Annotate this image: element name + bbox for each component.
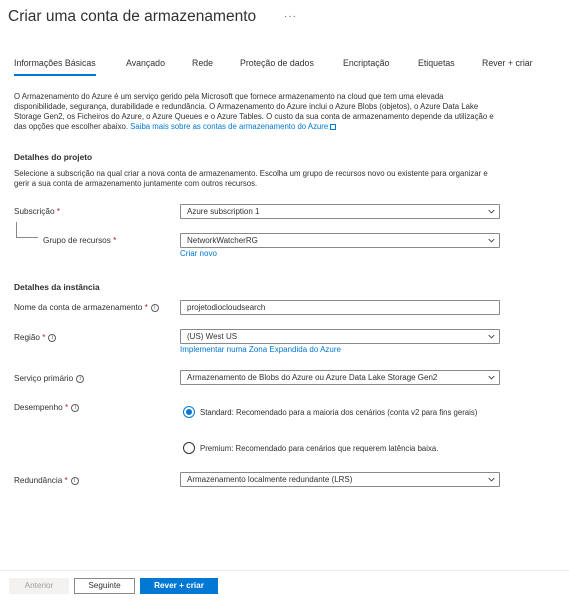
subscription-value: Azure subscription 1 (187, 207, 260, 216)
primary-service-label: Serviço primário i (14, 374, 85, 383)
tree-connector (16, 222, 38, 238)
tab-networking[interactable]: Rede (192, 58, 213, 68)
next-button[interactable]: Seguinte (74, 578, 135, 594)
instance-details-heading: Detalhes da instância (14, 282, 100, 292)
account-name-label-text: Nome da conta de armazenamento (14, 303, 143, 312)
account-name-input[interactable]: projetodiocloudsearch (180, 300, 500, 315)
tab-tags[interactable]: Etiquetas (418, 58, 455, 68)
review-create-button[interactable]: Rever + criar (140, 578, 218, 594)
region-label: Região * i (14, 333, 57, 342)
account-name-label: Nome da conta de armazenamento * i (14, 303, 159, 312)
subscription-label-text: Subscrição (14, 207, 55, 216)
redundancy-value: Armazenamento localmente redundante (LRS… (187, 475, 353, 484)
create-new-rg-link[interactable]: Criar novo (180, 249, 217, 258)
account-name-value: projetodiocloudsearch (187, 303, 266, 312)
chevron-down-icon (488, 209, 495, 214)
info-icon[interactable]: i (76, 374, 85, 383)
project-details-desc: Selecione a subscrição na qual criar a n… (14, 169, 488, 188)
redundancy-label-text: Redundância (14, 476, 63, 485)
primary-service-label-text: Serviço primário (14, 374, 74, 383)
previous-button[interactable]: Anterior (9, 578, 69, 594)
page-title: Criar uma conta de armazenamento (8, 8, 257, 25)
info-icon[interactable]: i (71, 403, 80, 412)
primary-service-value: Armazenamento de Blobs do Azure ou Azure… (187, 373, 438, 382)
chevron-down-icon (488, 238, 495, 243)
subscription-label: Subscrição * (14, 207, 60, 216)
resource-group-label: Grupo de recursos * (43, 236, 116, 245)
tab-review-create[interactable]: Rever + criar (482, 58, 533, 68)
required-mark: * (64, 476, 68, 485)
tab-basics[interactable]: Informações Básicas (14, 58, 96, 76)
chevron-down-icon (488, 477, 495, 482)
tab-encryption[interactable]: Encriptação (343, 58, 389, 68)
performance-label-text: Desempenho (14, 403, 63, 412)
chevron-down-icon (488, 334, 495, 339)
resource-group-label-text: Grupo de recursos (43, 236, 111, 245)
tab-advanced[interactable]: Avançado (126, 58, 165, 68)
learn-more-link[interactable]: Saiba mais sobre as contas de armazename… (130, 122, 328, 131)
radio-selected-icon[interactable] (183, 406, 195, 418)
resource-group-select[interactable]: NetworkWatcherRG (180, 233, 500, 248)
redundancy-label: Redundância * i (14, 476, 79, 485)
required-mark: * (56, 207, 60, 216)
performance-standard-text: Standard: Recomendado para a maioria dos… (200, 408, 478, 417)
footer-divider (0, 570, 569, 571)
required-mark: * (144, 303, 148, 312)
radio-unselected-icon[interactable] (183, 442, 195, 454)
primary-service-select[interactable]: Armazenamento de Blobs do Azure ou Azure… (180, 370, 500, 385)
region-select[interactable]: (US) West US (180, 329, 500, 344)
performance-label: Desempenho * i (14, 403, 80, 412)
info-icon[interactable]: i (70, 476, 79, 485)
region-value: (US) West US (187, 332, 238, 341)
tab-data-protection[interactable]: Proteção de dados (240, 58, 314, 68)
chevron-down-icon (488, 375, 495, 380)
subscription-select[interactable]: Azure subscription 1 (180, 204, 500, 219)
project-details-heading: Detalhes do projeto (14, 152, 93, 162)
intro-description: O Armazenamento do Azure é um serviço ge… (14, 92, 494, 132)
resource-group-value: NetworkWatcherRG (187, 236, 258, 245)
required-mark: * (113, 236, 117, 245)
redundancy-select[interactable]: Armazenamento localmente redundante (LRS… (180, 472, 500, 487)
external-link-icon (330, 124, 337, 130)
more-options-icon[interactable]: ··· (284, 11, 297, 22)
region-label-text: Região (14, 333, 40, 342)
info-icon[interactable]: i (48, 333, 57, 342)
required-mark: * (42, 333, 46, 342)
performance-premium-text: Premium: Recomendado para cenários que r… (200, 444, 439, 453)
edge-zone-link[interactable]: Implementar numa Zona Expandida do Azure (180, 345, 341, 354)
info-icon[interactable]: i (150, 303, 159, 312)
required-mark: * (64, 403, 69, 412)
